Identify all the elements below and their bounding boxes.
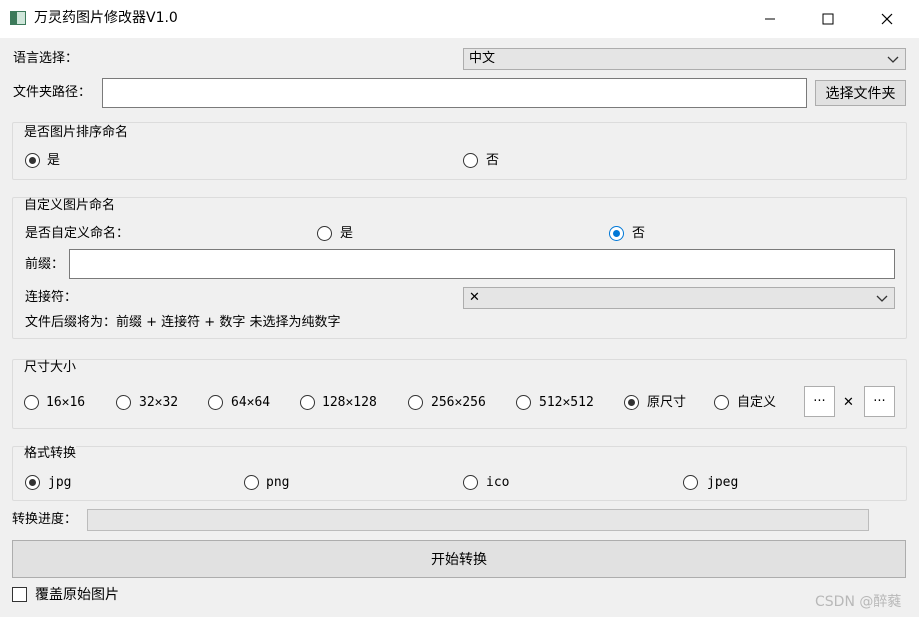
format-group bbox=[12, 446, 907, 501]
chevron-down-icon bbox=[876, 289, 888, 314]
connector-select[interactable]: ✕ bbox=[463, 287, 895, 309]
size-group-title: 尺寸大小 bbox=[24, 360, 77, 376]
custom-group-title: 自定义图片命名 bbox=[24, 198, 116, 214]
custom-no-radio[interactable] bbox=[609, 226, 624, 241]
format-jpeg-radio[interactable] bbox=[683, 475, 698, 490]
size-original-radio[interactable] bbox=[624, 395, 639, 410]
start-conversion-button[interactable]: 开始转换 bbox=[12, 540, 906, 578]
sort-yes-label: 是 bbox=[47, 153, 61, 168]
close-icon bbox=[881, 13, 893, 25]
sort-yes-radio[interactable] bbox=[25, 153, 40, 168]
sort-group-title: 是否图片排序命名 bbox=[24, 125, 129, 141]
sort-no-label: 否 bbox=[486, 153, 500, 168]
size-256-label: 256✕256 bbox=[431, 395, 486, 410]
prefix-input[interactable] bbox=[69, 249, 895, 279]
size-custom-label: 自定义 bbox=[737, 395, 777, 410]
folder-label: 文件夹路径： bbox=[13, 85, 92, 100]
prefix-label: 前缀： bbox=[25, 257, 65, 272]
overwrite-checkbox[interactable] bbox=[12, 587, 27, 602]
custom-yes-label: 是 bbox=[340, 226, 354, 241]
size-custom-radio[interactable] bbox=[714, 395, 729, 410]
connector-label: 连接符： bbox=[25, 290, 78, 305]
format-jpg-label: jpg bbox=[48, 475, 72, 490]
format-png-label: png bbox=[266, 475, 290, 490]
language-select[interactable]: 中文 bbox=[463, 48, 906, 70]
format-ico-radio[interactable] bbox=[463, 475, 478, 490]
size-128-label: 128✕128 bbox=[322, 395, 377, 410]
custom-width-button[interactable]: ··· bbox=[804, 386, 835, 417]
size-32-label: 32✕32 bbox=[139, 395, 179, 410]
format-jpeg-label: jpeg bbox=[707, 475, 739, 490]
window-title: 万灵药图片修改器V1.0 bbox=[34, 10, 178, 26]
format-group-title: 格式转换 bbox=[24, 446, 77, 462]
title-bar: 万灵药图片修改器V1.0 bbox=[0, 0, 919, 38]
sort-no-radio[interactable] bbox=[463, 153, 478, 168]
format-png-radio[interactable] bbox=[244, 475, 259, 490]
folder-path-input[interactable] bbox=[102, 78, 807, 108]
custom-question-label: 是否自定义命名： bbox=[25, 226, 130, 241]
browse-folder-button[interactable]: 选择文件夹 bbox=[815, 80, 906, 106]
size-original-label: 原尺寸 bbox=[647, 395, 687, 410]
times-symbol: ✕ bbox=[843, 395, 854, 410]
minimize-icon bbox=[765, 18, 775, 20]
custom-yes-radio[interactable] bbox=[317, 226, 332, 241]
format-ico-label: ico bbox=[486, 475, 510, 490]
close-button[interactable] bbox=[864, 0, 910, 38]
maximize-button[interactable] bbox=[805, 0, 851, 38]
format-jpg-radio[interactable] bbox=[25, 475, 40, 490]
size-group bbox=[12, 359, 907, 429]
maximize-icon bbox=[822, 13, 834, 25]
size-64-radio[interactable] bbox=[208, 395, 223, 410]
custom-height-button[interactable]: ··· bbox=[864, 386, 895, 417]
size-32-radio[interactable] bbox=[116, 395, 131, 410]
watermark-text: CSDN @醉蕤 bbox=[815, 594, 902, 610]
progress-label: 转换进度： bbox=[12, 512, 78, 527]
size-64-label: 64✕64 bbox=[231, 395, 271, 410]
sort-naming-group bbox=[12, 122, 907, 180]
language-label: 语言选择： bbox=[13, 51, 79, 66]
chevron-down-icon bbox=[887, 50, 899, 75]
minimize-button[interactable] bbox=[747, 0, 793, 38]
size-512-radio[interactable] bbox=[516, 395, 531, 410]
size-16-label: 16✕16 bbox=[46, 395, 86, 410]
connector-value: ✕ bbox=[469, 290, 480, 305]
size-512-label: 512✕512 bbox=[539, 395, 594, 410]
size-256-radio[interactable] bbox=[408, 395, 423, 410]
language-value: 中文 bbox=[469, 51, 496, 66]
size-16-radio[interactable] bbox=[24, 395, 39, 410]
overwrite-label: 覆盖原始图片 bbox=[35, 587, 119, 603]
app-icon bbox=[10, 11, 26, 25]
naming-hint: 文件后缀将为：前缀 + 连接符 + 数字 未选择为纯数字 bbox=[25, 315, 341, 330]
size-128-radio[interactable] bbox=[300, 395, 315, 410]
conversion-progress-bar bbox=[87, 509, 869, 531]
custom-no-label: 否 bbox=[632, 226, 646, 241]
